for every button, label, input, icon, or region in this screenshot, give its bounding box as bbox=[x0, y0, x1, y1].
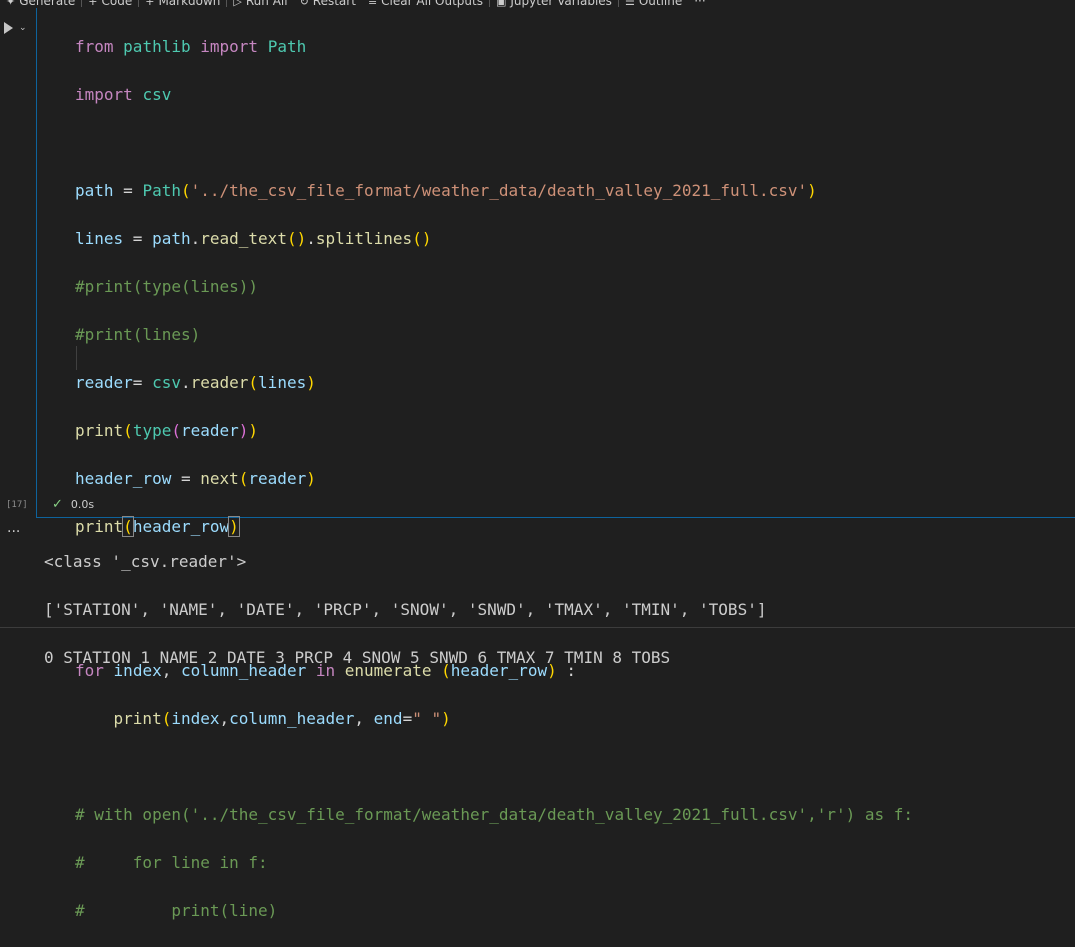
notebook-toolbar: ✦ Generate + Code + Markdown ▷ Run All ↻ Rest… bbox=[0, 0, 1075, 8]
plus-icon: + bbox=[88, 0, 98, 8]
execution-status: ✓ 0.0s bbox=[52, 497, 94, 512]
code-line: path = Path('../the_csv_file_format/weat… bbox=[75, 181, 817, 200]
jupyter-variables-button[interactable]: ▣ Jupyter Variables bbox=[490, 0, 618, 8]
code-line: print(index,column_header, end=" ") bbox=[113, 709, 451, 728]
restart-button[interactable]: ↻ Restart bbox=[294, 0, 362, 8]
outline-icon: ☰ bbox=[624, 0, 635, 8]
code-line: #print(type(lines)) bbox=[75, 277, 259, 296]
code-line: header_row = next(reader) bbox=[75, 469, 316, 488]
output-line: 0 STATION 1 NAME 2 DATE 3 PRCP 4 SNOW 5 … bbox=[44, 648, 671, 667]
code-editor[interactable]: from pathlib import Path import csv path… bbox=[75, 11, 913, 947]
restart-icon: ↻ bbox=[299, 0, 309, 8]
code-line: reader= csv.reader(lines) bbox=[75, 373, 316, 392]
run-icon bbox=[4, 22, 13, 34]
add-code-button[interactable]: + Code bbox=[82, 0, 138, 8]
code-line: print(type(reader)) bbox=[75, 421, 259, 440]
cell-output: <class '_csv.reader'> ['STATION', 'NAME'… bbox=[44, 526, 766, 694]
code-line: import csv bbox=[75, 85, 172, 104]
more-actions-button[interactable]: ··· bbox=[688, 0, 711, 8]
outline-button[interactable]: ☰ Outline bbox=[619, 0, 688, 8]
code-line: from pathlib import Path bbox=[75, 37, 307, 56]
check-icon: ✓ bbox=[52, 497, 63, 512]
clear-outputs-icon: ≡ bbox=[367, 0, 378, 8]
plus-icon: + bbox=[145, 0, 155, 8]
add-markdown-button[interactable]: + Markdown bbox=[139, 0, 226, 8]
run-all-button[interactable]: ▷ Run All bbox=[227, 0, 293, 8]
code-line: # with open('../the_csv_file_format/weat… bbox=[75, 805, 914, 824]
output-line: <class '_csv.reader'> bbox=[44, 552, 247, 571]
clear-all-outputs-button[interactable]: ≡ Clear All Outputs bbox=[362, 0, 489, 8]
code-line: # for line in f: bbox=[75, 853, 268, 872]
chevron-down-icon[interactable]: ⌄ bbox=[19, 23, 27, 33]
code-line: lines = path.read_text().splitlines() bbox=[75, 229, 432, 248]
run-all-icon: ▷ bbox=[233, 0, 242, 8]
generate-button[interactable]: ✦ Generate bbox=[0, 0, 81, 8]
execution-count: [17] bbox=[6, 500, 28, 510]
code-line: # print(line) bbox=[75, 901, 278, 920]
output-menu-button[interactable]: ··· bbox=[7, 524, 20, 540]
output-line: ['STATION', 'NAME', 'DATE', 'PRCP', 'SNO… bbox=[44, 600, 767, 619]
cell-divider bbox=[0, 627, 1075, 628]
code-line: #print(lines) bbox=[75, 325, 201, 344]
execution-time: 0.0s bbox=[70, 498, 95, 511]
variables-icon: ▣ bbox=[495, 0, 507, 8]
sparkle-icon: ✦ bbox=[6, 0, 16, 8]
run-cell-button[interactable]: ⌄ bbox=[4, 22, 27, 34]
